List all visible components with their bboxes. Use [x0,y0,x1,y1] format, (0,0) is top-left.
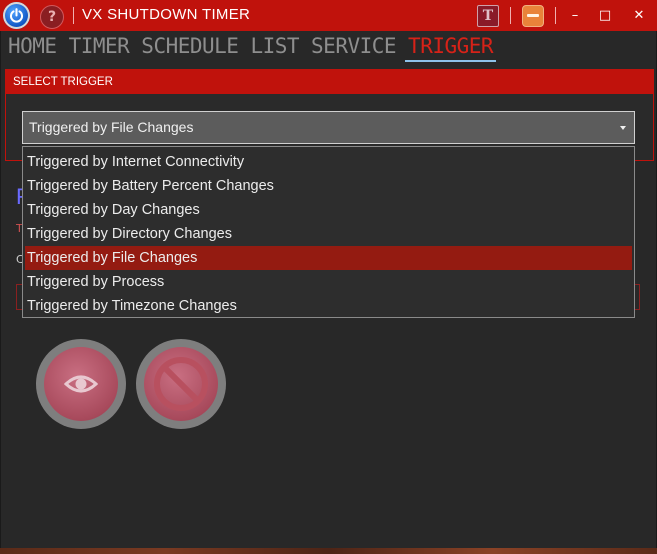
cancel-icon [154,357,208,411]
window-title: VX SHUTDOWN TIMER [82,6,251,23]
view-button[interactable] [36,339,126,429]
title-separator [73,7,74,24]
dropdown-item[interactable]: Triggered by Process [25,270,632,294]
dropdown-item[interactable]: Triggered by Internet Connectivity [25,150,632,174]
dropdown-item-selected[interactable]: Triggered by File Changes [25,246,632,270]
close-button[interactable]: ✕ [627,4,651,26]
app-window: ? VX SHUTDOWN TIMER T – □ ✕ HOME TIMER S… [0,0,657,554]
tab-trigger[interactable]: TRIGGER [405,31,497,63]
help-icon[interactable]: ? [40,5,64,29]
trigger-select-value: Triggered by File Changes [29,119,194,135]
title-separator [510,7,511,24]
cancel-button-face [144,347,218,421]
close-icon: ✕ [633,7,645,23]
title-bar[interactable]: ? VX SHUTDOWN TIMER T – □ ✕ [0,0,657,31]
tab-home[interactable]: HOME [5,31,60,63]
tab-schedule[interactable]: SCHEDULE [138,31,241,63]
panel-header: SELECT TRIGGER [6,70,653,94]
view-button-face [44,347,118,421]
minimize-icon: – [571,7,579,23]
bottom-edge [0,548,657,554]
power-icon[interactable] [3,2,30,29]
tab-list[interactable]: LIST [247,31,302,63]
cancel-button[interactable] [136,339,226,429]
maximize-icon: □ [598,7,612,23]
maximize-button[interactable]: □ [593,4,617,26]
tab-timer[interactable]: TIMER [66,31,133,63]
dropdown-item[interactable]: Triggered by Timezone Changes [25,294,632,318]
main-nav: HOME TIMER SCHEDULE LIST SERVICE TRIGGER [0,31,657,63]
dropdown-item[interactable]: Triggered by Day Changes [25,198,632,222]
trigger-dropdown-list: Triggered by Internet Connectivity Trigg… [22,146,635,318]
minimize-button[interactable]: – [563,4,587,26]
trigger-select[interactable]: Triggered by File Changes [22,111,635,144]
t-icon[interactable]: T [477,5,499,27]
orange-minimize-icon[interactable] [522,5,544,27]
eye-icon [64,375,98,393]
title-separator [555,7,556,24]
dropdown-item[interactable]: Triggered by Battery Percent Changes [25,174,632,198]
tab-service[interactable]: SERVICE [308,31,399,63]
chevron-down-icon [620,126,626,130]
dropdown-item[interactable]: Triggered by Directory Changes [25,222,632,246]
